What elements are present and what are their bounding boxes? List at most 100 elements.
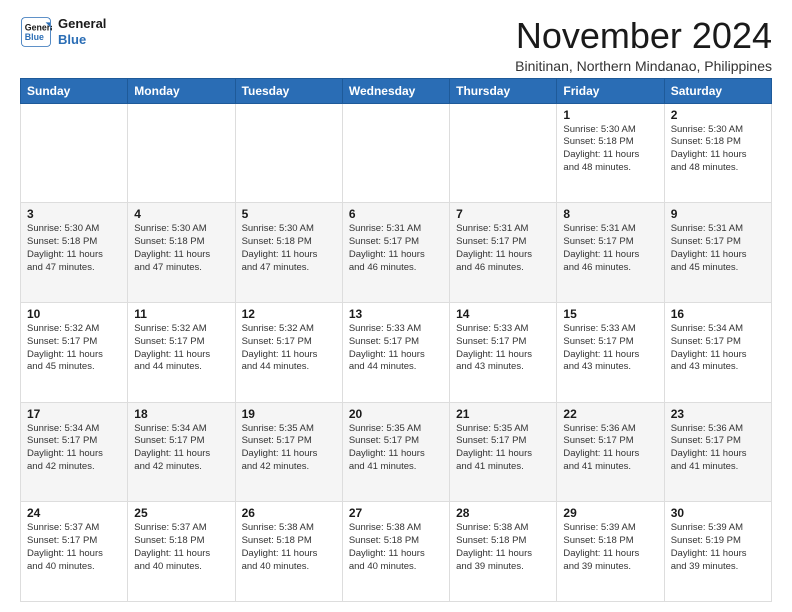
calendar-cell: 29 Sunrise: 5:39 AMSunset: 5:18 PMDayligh… xyxy=(557,502,664,602)
calendar-cell: 19 Sunrise: 5:35 AMSunset: 5:17 PMDayligh… xyxy=(235,402,342,502)
calendar-header-monday: Monday xyxy=(128,78,235,103)
calendar-header-thursday: Thursday xyxy=(450,78,557,103)
day-info: Sunrise: 5:34 AMSunset: 5:17 PMDaylight:… xyxy=(134,423,228,474)
day-info: Sunrise: 5:31 AMSunset: 5:17 PMDaylight:… xyxy=(456,223,550,274)
svg-text:Blue: Blue xyxy=(25,32,44,42)
day-number: 22 xyxy=(563,407,657,421)
calendar-cell: 28Sunrise: 5:38 AMSunset: 5:18 PMDayligh… xyxy=(450,502,557,602)
day-number: 23 xyxy=(671,407,765,421)
day-info: Sunrise: 5:32 AMSunset: 5:17 PMDaylight:… xyxy=(27,323,121,374)
calendar-header-friday: Friday xyxy=(557,78,664,103)
logo-text: General Blue xyxy=(58,16,106,47)
day-number: 3 xyxy=(27,207,121,221)
calendar-cell: 12 Sunrise: 5:32 AMSunset: 5:17 PMDayligh… xyxy=(235,302,342,402)
day-info: Sunrise: 5:35 AMSunset: 5:17 PMDaylight:… xyxy=(349,423,443,474)
day-number: 8 xyxy=(563,207,657,221)
title-block: November 2024 Binitinan, Northern Mindan… xyxy=(515,16,772,74)
calendar-cell xyxy=(342,103,449,203)
calendar-cell: 18 Sunrise: 5:34 AMSunset: 5:17 PMDayligh… xyxy=(128,402,235,502)
calendar-cell: 16 Sunrise: 5:34 AMSunset: 5:17 PMDayligh… xyxy=(664,302,771,402)
calendar-cell xyxy=(235,103,342,203)
calendar-cell: 24Sunrise: 5:37 AMSunset: 5:17 PMDayligh… xyxy=(21,502,128,602)
day-info: Sunrise: 5:33 AMSunset: 5:17 PMDaylight:… xyxy=(563,323,657,374)
calendar-cell: 2 Sunrise: 5:30 AMSunset: 5:18 PMDaylight… xyxy=(664,103,771,203)
location: Binitinan, Northern Mindanao, Philippine… xyxy=(515,58,772,74)
calendar-cell: 17 Sunrise: 5:34 AMSunset: 5:17 PMDayligh… xyxy=(21,402,128,502)
day-info: Sunrise: 5:35 AMSunset: 5:17 PMDaylight:… xyxy=(242,423,336,474)
day-number: 1 xyxy=(563,108,657,122)
calendar-cell: 11 Sunrise: 5:32 AMSunset: 5:17 PMDayligh… xyxy=(128,302,235,402)
day-info: Sunrise: 5:34 AMSunset: 5:17 PMDaylight:… xyxy=(27,423,121,474)
calendar-cell: 1 Sunrise: 5:30 AMSunset: 5:18 PMDaylight… xyxy=(557,103,664,203)
calendar-cell: 7 Sunrise: 5:31 AMSunset: 5:17 PMDaylight… xyxy=(450,203,557,303)
calendar-cell: 20Sunrise: 5:35 AMSunset: 5:17 PMDayligh… xyxy=(342,402,449,502)
day-number: 16 xyxy=(671,307,765,321)
day-number: 27 xyxy=(349,506,443,520)
day-info: Sunrise: 5:34 AMSunset: 5:17 PMDaylight:… xyxy=(671,323,765,374)
day-number: 28 xyxy=(456,506,550,520)
day-number: 9 xyxy=(671,207,765,221)
day-info: Sunrise: 5:39 AMSunset: 5:18 PMDaylight:… xyxy=(563,522,657,573)
month-title: November 2024 xyxy=(515,16,772,56)
calendar-header-wednesday: Wednesday xyxy=(342,78,449,103)
calendar-cell: 8 Sunrise: 5:31 AMSunset: 5:17 PMDaylight… xyxy=(557,203,664,303)
calendar-cell: 25Sunrise: 5:37 AMSunset: 5:18 PMDayligh… xyxy=(128,502,235,602)
day-number: 30 xyxy=(671,506,765,520)
day-number: 17 xyxy=(27,407,121,421)
calendar-week-row: 1 Sunrise: 5:30 AMSunset: 5:18 PMDaylight… xyxy=(21,103,772,203)
day-info: Sunrise: 5:35 AMSunset: 5:17 PMDaylight:… xyxy=(456,423,550,474)
day-number: 7 xyxy=(456,207,550,221)
day-info: Sunrise: 5:37 AMSunset: 5:17 PMDaylight:… xyxy=(27,522,121,573)
calendar-table: SundayMondayTuesdayWednesdayThursdayFrid… xyxy=(20,78,772,602)
calendar-cell: 10 Sunrise: 5:32 AMSunset: 5:17 PMDayligh… xyxy=(21,302,128,402)
day-number: 13 xyxy=(349,307,443,321)
calendar-cell: 30 Sunrise: 5:39 AMSunset: 5:19 PMDayligh… xyxy=(664,502,771,602)
calendar-cell: 5Sunrise: 5:30 AMSunset: 5:18 PMDaylight… xyxy=(235,203,342,303)
calendar-week-row: 10 Sunrise: 5:32 AMSunset: 5:17 PMDayligh… xyxy=(21,302,772,402)
calendar-cell xyxy=(450,103,557,203)
day-info: Sunrise: 5:36 AMSunset: 5:17 PMDaylight:… xyxy=(671,423,765,474)
day-number: 5 xyxy=(242,207,336,221)
day-number: 6 xyxy=(349,207,443,221)
day-info: Sunrise: 5:32 AMSunset: 5:17 PMDaylight:… xyxy=(242,323,336,374)
day-info: Sunrise: 5:30 AMSunset: 5:18 PMDaylight:… xyxy=(671,124,765,175)
calendar-week-row: 24Sunrise: 5:37 AMSunset: 5:17 PMDayligh… xyxy=(21,502,772,602)
day-info: Sunrise: 5:38 AMSunset: 5:18 PMDaylight:… xyxy=(242,522,336,573)
calendar-cell: 14Sunrise: 5:33 AMSunset: 5:17 PMDayligh… xyxy=(450,302,557,402)
day-info: Sunrise: 5:33 AMSunset: 5:17 PMDaylight:… xyxy=(349,323,443,374)
day-info: Sunrise: 5:31 AMSunset: 5:17 PMDaylight:… xyxy=(349,223,443,274)
day-number: 29 xyxy=(563,506,657,520)
calendar-cell: 9 Sunrise: 5:31 AMSunset: 5:17 PMDaylight… xyxy=(664,203,771,303)
day-info: Sunrise: 5:31 AMSunset: 5:17 PMDaylight:… xyxy=(671,223,765,274)
calendar-cell: 15 Sunrise: 5:33 AMSunset: 5:17 PMDayligh… xyxy=(557,302,664,402)
day-number: 10 xyxy=(27,307,121,321)
calendar-cell: 13 Sunrise: 5:33 AMSunset: 5:17 PMDayligh… xyxy=(342,302,449,402)
day-info: Sunrise: 5:36 AMSunset: 5:17 PMDaylight:… xyxy=(563,423,657,474)
day-number: 11 xyxy=(134,307,228,321)
day-number: 2 xyxy=(671,108,765,122)
day-number: 18 xyxy=(134,407,228,421)
calendar-cell: 6 Sunrise: 5:31 AMSunset: 5:17 PMDaylight… xyxy=(342,203,449,303)
day-info: Sunrise: 5:32 AMSunset: 5:17 PMDaylight:… xyxy=(134,323,228,374)
day-number: 14 xyxy=(456,307,550,321)
calendar-cell: 3 Sunrise: 5:30 AMSunset: 5:18 PMDaylight… xyxy=(21,203,128,303)
day-number: 19 xyxy=(242,407,336,421)
calendar-cell: 22 Sunrise: 5:36 AMSunset: 5:17 PMDayligh… xyxy=(557,402,664,502)
day-info: Sunrise: 5:39 AMSunset: 5:19 PMDaylight:… xyxy=(671,522,765,573)
day-info: Sunrise: 5:30 AMSunset: 5:18 PMDaylight:… xyxy=(563,124,657,175)
calendar-cell xyxy=(21,103,128,203)
calendar-cell: 21Sunrise: 5:35 AMSunset: 5:17 PMDayligh… xyxy=(450,402,557,502)
calendar-week-row: 3 Sunrise: 5:30 AMSunset: 5:18 PMDaylight… xyxy=(21,203,772,303)
day-number: 12 xyxy=(242,307,336,321)
day-number: 15 xyxy=(563,307,657,321)
day-number: 25 xyxy=(134,506,228,520)
calendar-cell: 4Sunrise: 5:30 AMSunset: 5:18 PMDaylight… xyxy=(128,203,235,303)
day-info: Sunrise: 5:30 AMSunset: 5:18 PMDaylight:… xyxy=(134,223,228,274)
calendar-header-saturday: Saturday xyxy=(664,78,771,103)
day-info: Sunrise: 5:31 AMSunset: 5:17 PMDaylight:… xyxy=(563,223,657,274)
day-info: Sunrise: 5:30 AMSunset: 5:18 PMDaylight:… xyxy=(27,223,121,274)
calendar-header-tuesday: Tuesday xyxy=(235,78,342,103)
calendar-week-row: 17 Sunrise: 5:34 AMSunset: 5:17 PMDayligh… xyxy=(21,402,772,502)
logo-icon: General Blue xyxy=(20,16,52,48)
header: General Blue General Blue November 2024 … xyxy=(20,16,772,74)
